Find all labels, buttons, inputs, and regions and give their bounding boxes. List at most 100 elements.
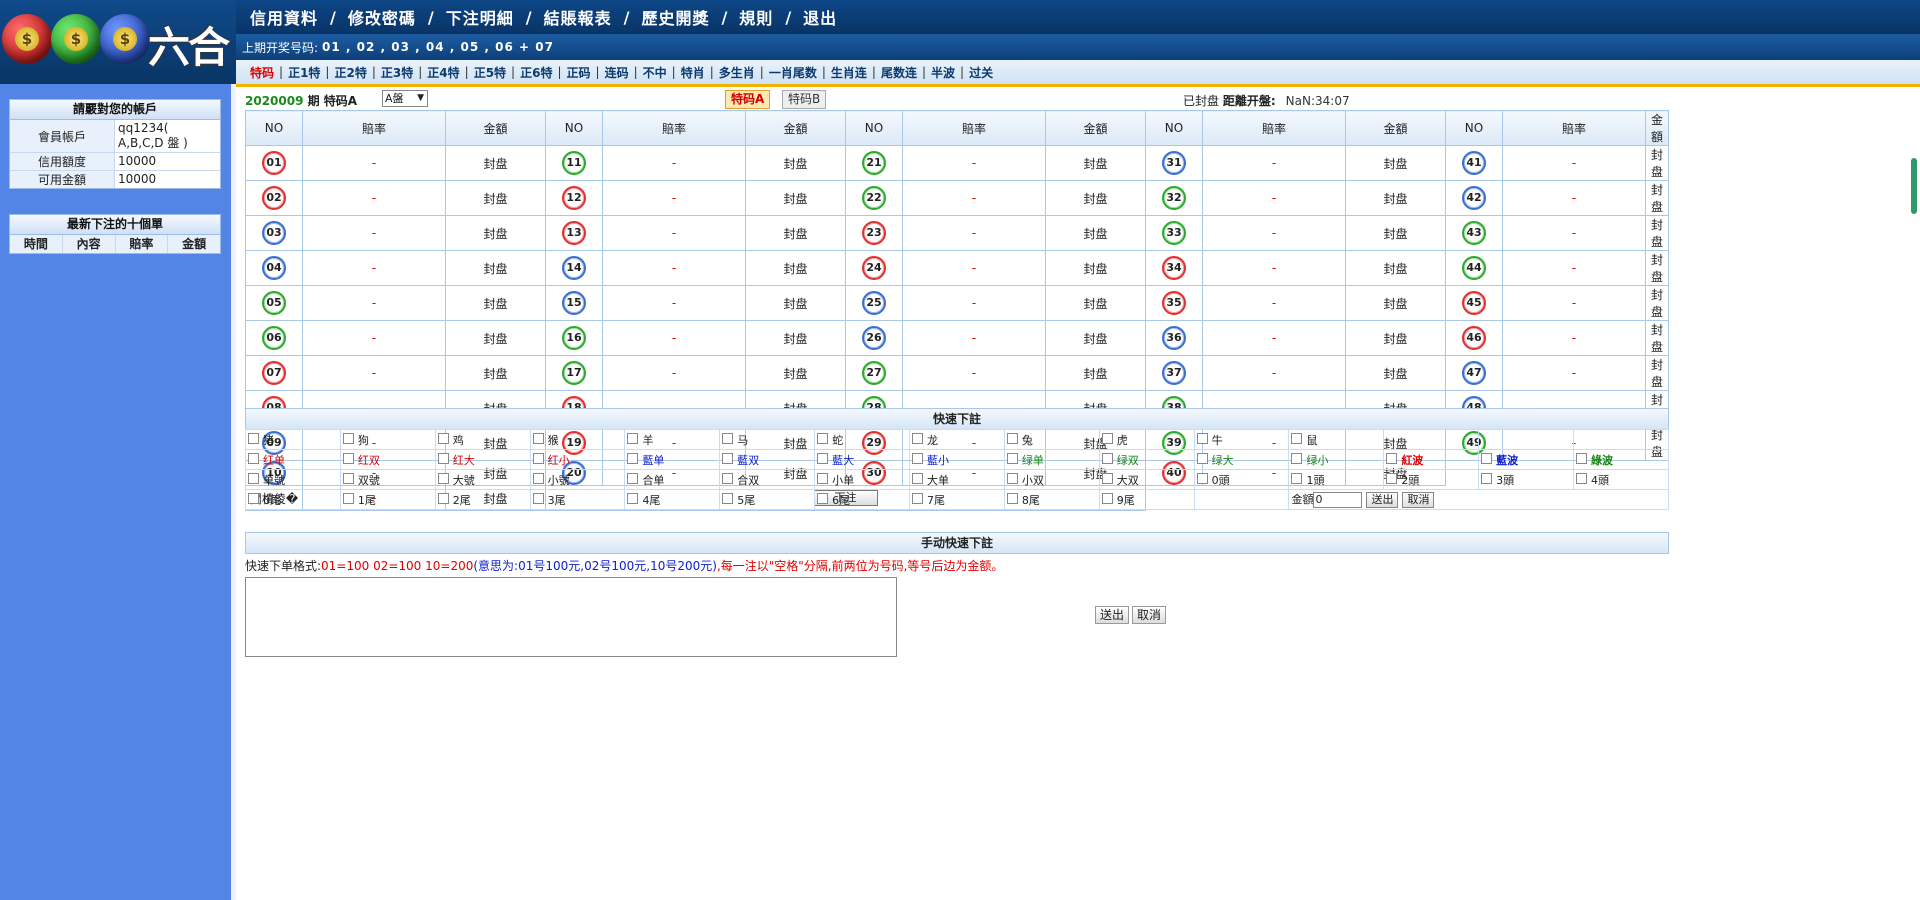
bet-checkbox[interactable] (1481, 472, 1493, 484)
amount-cell[interactable]: 封盘 (745, 180, 846, 216)
subnav-item[interactable]: 连码 (605, 64, 629, 81)
bet-checkbox[interactable] (722, 432, 734, 444)
bet-checkbox[interactable] (248, 432, 259, 444)
bet-checkbox[interactable] (1006, 452, 1018, 464)
manual-send-button[interactable]: 送出 (1095, 606, 1130, 624)
quick-cancel-button[interactable]: 取消 (1402, 492, 1435, 508)
subnav-item[interactable]: 正4特 (427, 64, 459, 81)
amount-cell[interactable]: 封盘 (445, 215, 546, 251)
amount-cell[interactable]: 封盘 (445, 180, 546, 216)
subnav-item[interactable]: 生肖连 (831, 64, 867, 81)
bet-checkbox[interactable] (817, 472, 829, 484)
bet-checkbox[interactable] (912, 472, 924, 484)
subnav-item[interactable]: 半波 (931, 64, 955, 81)
amount-input[interactable]: 0 (1313, 492, 1363, 508)
bet-checkbox[interactable] (437, 452, 449, 464)
bet-checkbox[interactable] (1481, 452, 1493, 464)
amount-cell[interactable]: 封盘 (1345, 145, 1446, 181)
manual-cancel-button[interactable]: 取消 (1132, 606, 1167, 624)
bet-checkbox[interactable] (342, 472, 354, 484)
subnav-item[interactable]: 正码 (567, 64, 591, 81)
bet-checkbox[interactable] (817, 452, 829, 464)
amount-cell[interactable]: 封盘 (445, 355, 546, 391)
amount-cell[interactable]: 封盘 (1045, 355, 1146, 391)
bet-checkbox[interactable] (342, 452, 354, 464)
bet-checkbox[interactable] (1386, 472, 1398, 484)
bet-checkbox[interactable] (1291, 452, 1303, 464)
subnav-item[interactable]: 一肖尾数 (769, 64, 817, 81)
amount-cell[interactable]: 封盘 (745, 320, 846, 356)
subnav-item[interactable]: 正1特 (288, 64, 320, 81)
bet-checkbox[interactable] (627, 492, 639, 504)
amount-cell[interactable]: 封盘 (445, 285, 546, 321)
bet-checkbox[interactable] (437, 432, 449, 444)
topnav-item[interactable]: 信用資料 (250, 5, 318, 29)
tab-special-a[interactable]: 特码A (725, 90, 771, 109)
topnav-item[interactable]: 歷史開獎 (641, 5, 709, 29)
bet-checkbox[interactable] (1101, 432, 1113, 444)
amount-cell[interactable]: 封盘 (445, 320, 546, 356)
bet-checkbox[interactable] (1291, 472, 1303, 484)
subnav-item[interactable]: 特码 (250, 64, 274, 81)
bet-checkbox[interactable] (437, 492, 449, 504)
amount-cell[interactable]: 封盘 (1345, 320, 1446, 356)
pan-select[interactable]: A盤 ▼ (382, 90, 428, 107)
tab-special-b[interactable]: 特码B (782, 90, 827, 109)
amount-cell[interactable]: 封盘 (1045, 320, 1146, 356)
bet-checkbox[interactable] (722, 452, 734, 464)
bet-checkbox[interactable] (722, 472, 734, 484)
bet-checkbox[interactable] (1006, 492, 1018, 504)
bet-checkbox[interactable] (342, 492, 354, 504)
amount-cell[interactable]: 封盘 (745, 145, 846, 181)
bet-checkbox[interactable] (627, 432, 639, 444)
amount-cell[interactable]: 封盘 (1045, 180, 1146, 216)
bet-checkbox[interactable] (1006, 472, 1018, 484)
bet-checkbox[interactable] (1006, 432, 1018, 444)
bet-checkbox[interactable] (1101, 472, 1113, 484)
bet-checkbox[interactable] (248, 492, 259, 504)
subnav-item[interactable]: 正2特 (334, 64, 366, 81)
bet-checkbox[interactable] (912, 452, 924, 464)
bet-checkbox[interactable] (722, 492, 734, 504)
amount-cell[interactable]: 封盘 (1345, 355, 1446, 391)
amount-cell[interactable]: 封盘 (1645, 145, 1669, 181)
amount-cell[interactable]: 封盘 (745, 285, 846, 321)
topnav-item[interactable]: 退出 (803, 5, 837, 29)
amount-cell[interactable]: 封盘 (1645, 355, 1669, 391)
subnav-item[interactable]: 不中 (643, 64, 667, 81)
bet-checkbox[interactable] (248, 472, 259, 484)
subnav-item[interactable]: 特肖 (681, 64, 705, 81)
bet-checkbox[interactable] (1291, 432, 1303, 444)
bet-checkbox[interactable] (1576, 472, 1588, 484)
bet-checkbox[interactable] (437, 472, 449, 484)
subnav-item[interactable]: 多生肖 (719, 64, 755, 81)
bet-checkbox[interactable] (1196, 452, 1208, 464)
bet-checkbox[interactable] (532, 492, 544, 504)
bet-checkbox[interactable] (248, 452, 259, 464)
bet-checkbox[interactable] (1576, 452, 1588, 464)
amount-cell[interactable]: 封盘 (745, 355, 846, 391)
subnav-item[interactable]: 正5特 (474, 64, 506, 81)
bet-checkbox[interactable] (817, 432, 829, 444)
bet-checkbox[interactable] (1101, 452, 1113, 464)
amount-cell[interactable]: 封盘 (1645, 320, 1669, 356)
manual-bet-textarea[interactable] (245, 577, 897, 657)
bet-checkbox[interactable] (1196, 432, 1208, 444)
topnav-item[interactable]: 下注明細 (446, 5, 514, 29)
amount-cell[interactable]: 封盘 (1045, 145, 1146, 181)
amount-cell[interactable]: 封盘 (445, 145, 546, 181)
subnav-item[interactable]: 过关 (969, 64, 993, 81)
quick-send-button[interactable]: 送出 (1366, 492, 1399, 508)
amount-cell[interactable]: 封盘 (1345, 215, 1446, 251)
amount-cell[interactable]: 封盘 (1345, 250, 1446, 286)
bet-checkbox[interactable] (532, 432, 544, 444)
subnav-item[interactable]: 正3特 (381, 64, 413, 81)
bet-checkbox[interactable] (627, 452, 639, 464)
subnav-item[interactable]: 正6特 (520, 64, 552, 81)
bet-checkbox[interactable] (912, 432, 924, 444)
bet-checkbox[interactable] (1196, 472, 1208, 484)
amount-cell[interactable]: 封盘 (1645, 180, 1669, 216)
topnav-item[interactable]: 規則 (739, 5, 773, 29)
amount-cell[interactable]: 封盘 (1045, 285, 1146, 321)
amount-cell[interactable]: 封盘 (1645, 215, 1669, 251)
